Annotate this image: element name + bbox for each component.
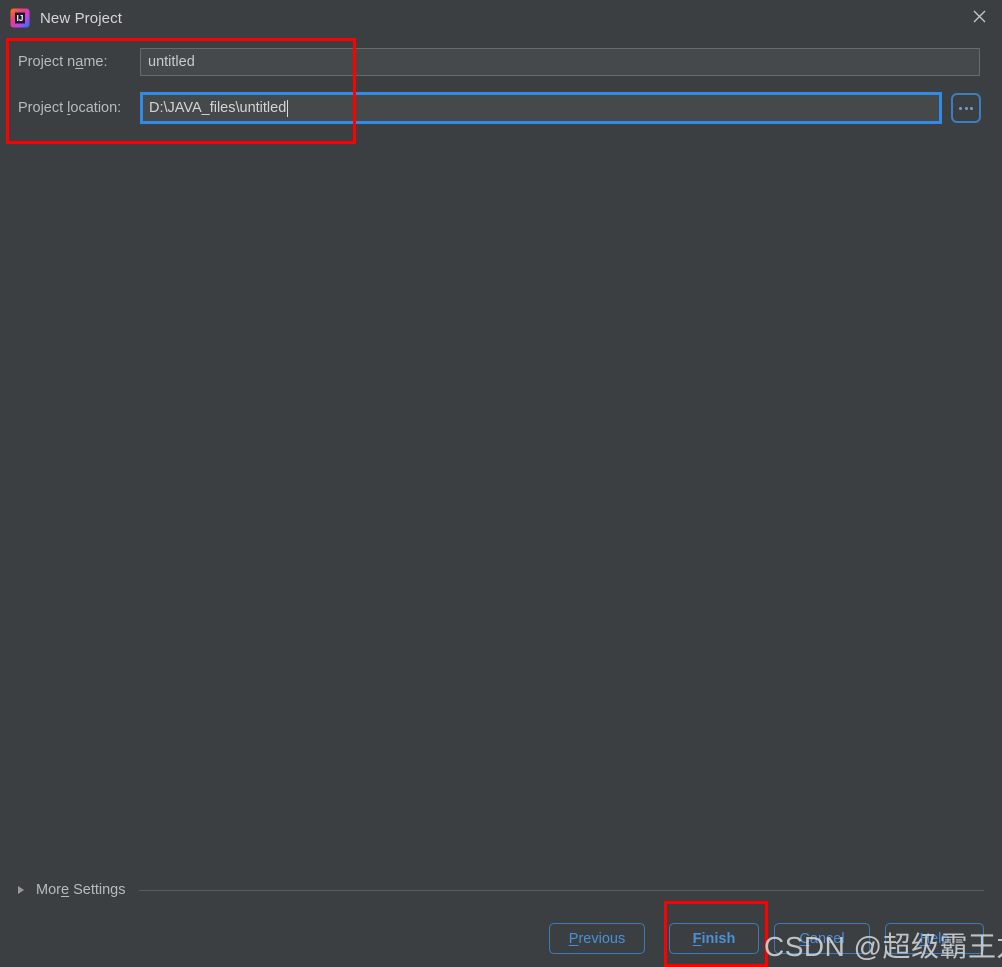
watermark-text: CSDN @超级霸王龙战士 bbox=[764, 931, 1002, 962]
chevron-right-icon[interactable] bbox=[18, 886, 24, 894]
text-caret bbox=[287, 99, 289, 117]
previous-button[interactable]: Previous bbox=[549, 923, 645, 954]
ellipsis-icon bbox=[970, 106, 973, 110]
mnemonic-letter: F bbox=[692, 930, 702, 947]
project-name-row: Project name: untitled bbox=[18, 48, 980, 76]
mnemonic-letter: e bbox=[60, 882, 70, 898]
intellij-idea-icon: IJ bbox=[10, 8, 30, 28]
window-title: New Project bbox=[40, 9, 122, 27]
svg-text:IJ: IJ bbox=[17, 14, 24, 23]
project-location-row: Project location: D:\JAVA_files\untitled bbox=[18, 92, 981, 124]
more-settings-label: More Settings bbox=[36, 882, 126, 898]
ellipsis-icon bbox=[964, 106, 968, 110]
section-divider bbox=[139, 889, 984, 891]
project-location-input[interactable]: D:\JAVA_files\untitled bbox=[140, 92, 942, 124]
close-icon[interactable] bbox=[956, 0, 1002, 33]
project-location-value: D:\JAVA_files\untitled bbox=[149, 100, 287, 116]
more-settings-section[interactable]: More Settings bbox=[18, 882, 984, 898]
window-titlebar: IJ New Project bbox=[0, 0, 1002, 36]
project-location-label: Project location: bbox=[18, 100, 122, 116]
finish-button[interactable]: Finish bbox=[669, 923, 759, 954]
project-name-input[interactable]: untitled bbox=[140, 48, 980, 76]
project-name-label: Project name: bbox=[18, 54, 108, 70]
mnemonic-letter: P bbox=[568, 930, 579, 947]
browse-folder-button[interactable] bbox=[951, 93, 981, 123]
ellipsis-icon bbox=[959, 106, 962, 110]
